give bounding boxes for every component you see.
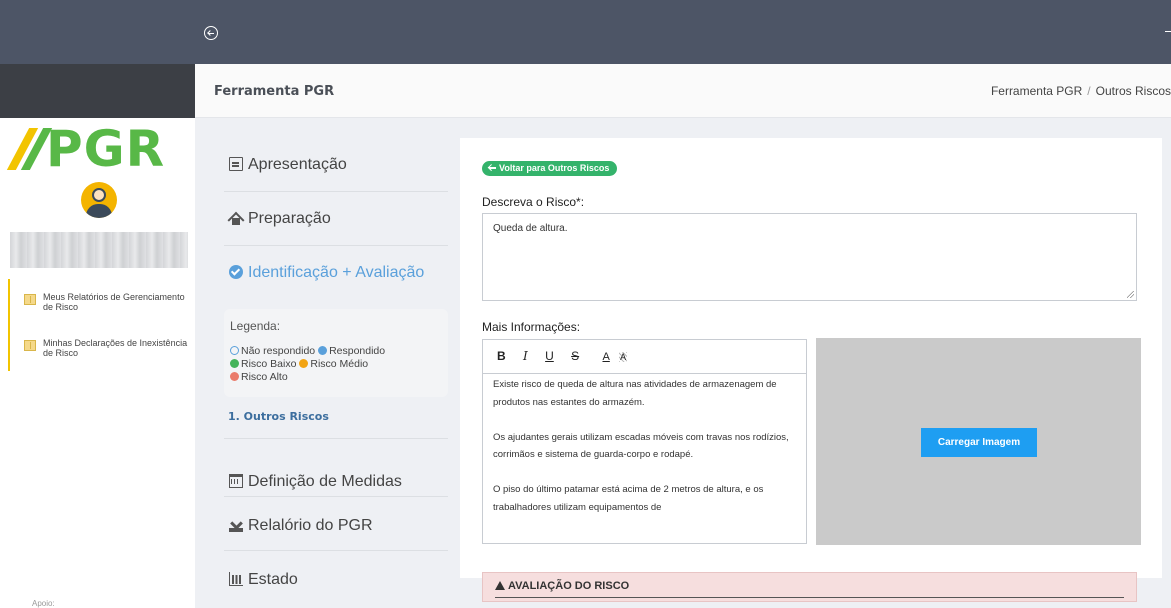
italic-button[interactable]: I (523, 349, 528, 363)
exclamation-circle-icon (299, 359, 309, 368)
pgr-logo[interactable]: PGR (6, 120, 188, 178)
logo-text: PGR (46, 120, 166, 178)
strikethrough-button[interactable]: S (571, 349, 579, 363)
sidebar: PGR Meus Relatórios de Gerenciamento de … (0, 64, 195, 608)
image-upload-area: Carregar Imagem (816, 338, 1141, 545)
legend-row: Risco Alto (230, 371, 442, 384)
back-to-outros-riscos-button[interactable]: Voltar para Outros Riscos (482, 161, 618, 176)
page-title: Ferramenta PGR (214, 84, 335, 99)
step-label: Definição de Medidas (248, 473, 402, 490)
breadcrumb-link[interactable]: Ferramenta PGR (991, 84, 1082, 98)
breadcrumb-separator: / (1087, 84, 1091, 98)
check-circle-icon (229, 265, 243, 279)
bar-chart-icon (229, 572, 243, 586)
sidebar-nav: Meus Relatórios de Gerenciamento de Risc… (8, 279, 194, 371)
home-icon (229, 211, 243, 225)
step-estado[interactable]: Estado (224, 551, 448, 605)
legend-row: Risco Baixo Risco Médio (230, 358, 442, 371)
legend-row: Não respondido Respondido (230, 345, 442, 358)
highlight-color-button[interactable]: A (619, 352, 628, 362)
step-label: Estado (248, 571, 298, 588)
risk-evaluation-panel: AVALIAÇÃO DO RISCO (482, 572, 1137, 602)
step-label: Identificação + Avaliação (248, 264, 425, 281)
legend-nao-respondido: Não respondido (241, 345, 316, 357)
sidebar-item-relatorios[interactable]: Meus Relatórios de Gerenciamento de Risc… (10, 279, 194, 325)
step-relatorio[interactable]: Relalório do PGR (224, 497, 448, 551)
resize-handle-icon[interactable] (1127, 291, 1134, 298)
risk-form-card: Voltar para Outros Riscos Descreva o Ris… (460, 138, 1162, 602)
check-circle-icon (318, 346, 328, 355)
step-apresentacao[interactable]: Apresentação (224, 138, 448, 192)
circle-outline-icon (230, 346, 239, 355)
risk-evaluation-label: AVALIAÇÃO DO RISCO (508, 580, 630, 592)
step-label: Apresentação (248, 156, 347, 173)
underline-button[interactable]: U (545, 349, 554, 363)
legend-title: Legenda: (230, 319, 281, 333)
substep-outros-riscos[interactable]: 1. Outros Riscos (224, 397, 448, 439)
window-control-icon[interactable] (1165, 31, 1171, 32)
bold-button[interactable]: B (497, 349, 506, 363)
legend-risco-medio: Risco Médio (310, 358, 369, 370)
editor-content[interactable]: Existe risco de queda de altura nas ativ… (483, 374, 806, 544)
steps-menu: Apresentação Preparação Identificação + … (224, 138, 448, 605)
sidebar-item-label: Meus Relatórios de Gerenciamento de Risc… (43, 292, 185, 312)
upload-image-button[interactable]: Carregar Imagem (921, 428, 1037, 457)
avatar-body (86, 204, 112, 218)
sidebar-top (0, 64, 195, 118)
download-icon (229, 518, 243, 532)
check-circle-icon (230, 359, 239, 368)
step-label: Relalório do PGR (248, 517, 373, 534)
editor-paragraph: Os ajudantes gerais utilizam escadas móv… (493, 431, 789, 461)
risk-evaluation-title: AVALIAÇÃO DO RISCO (495, 580, 629, 592)
back-button-label: Voltar para Outros Riscos (499, 163, 610, 173)
user-name-blurred (10, 232, 188, 268)
legend-respondido: Respondido (329, 345, 386, 357)
sidebar-footer: Apoio: (32, 599, 55, 608)
arrow-left-icon (489, 164, 496, 171)
divider (495, 597, 1124, 598)
document-icon (229, 157, 243, 171)
font-color-button[interactable]: A (602, 351, 609, 363)
more-info-label: Mais Informações: (482, 320, 581, 334)
sidebar-item-label: Minhas Declarações de Inexistência de Ri… (43, 338, 188, 358)
document-icon (24, 294, 36, 305)
describe-risk-value: Queda de altura. (493, 223, 568, 234)
avatar-head (92, 188, 106, 202)
breadcrumb-current: Outros Riscos (1095, 84, 1171, 98)
avatar[interactable] (81, 182, 117, 218)
step-definicao-medidas[interactable]: Definição de Medidas (224, 439, 448, 497)
legend-box: Legenda: Não respondido Respondido Risco… (224, 309, 448, 397)
calendar-icon (229, 474, 243, 488)
legend-risco-alto: Risco Alto (241, 371, 288, 383)
warning-icon (495, 581, 505, 590)
more-info-editor[interactable]: B I U S A A Existe risco de queda de alt… (482, 339, 807, 544)
document-icon (24, 340, 36, 351)
describe-risk-label: Descreva o Risco*: (482, 195, 585, 209)
step-preparacao[interactable]: Preparação (224, 192, 448, 246)
editor-paragraph: O piso do último patamar está acima de 2… (493, 484, 764, 513)
step-label: Preparação (248, 210, 331, 227)
legend-risco-baixo: Risco Baixo (241, 358, 297, 370)
times-circle-icon (230, 372, 239, 381)
breadcrumb: Ferramenta PGR / Outros Riscos (991, 84, 1171, 98)
editor-paragraph: Existe risco de queda de altura nas ativ… (493, 379, 777, 408)
sidebar-item-declaracoes[interactable]: Minhas Declarações de Inexistência de Ri… (10, 325, 194, 371)
step-identificacao[interactable]: Identificação + Avaliação (224, 246, 448, 300)
top-navbar (0, 0, 1171, 64)
describe-risk-textarea[interactable]: Queda de altura. (482, 213, 1137, 301)
page-header: Ferramenta PGR Ferramenta PGR / Outros Ris… (195, 64, 1171, 118)
collapse-sidebar-icon[interactable] (204, 26, 218, 40)
editor-toolbar: B I U S A A (483, 340, 806, 374)
